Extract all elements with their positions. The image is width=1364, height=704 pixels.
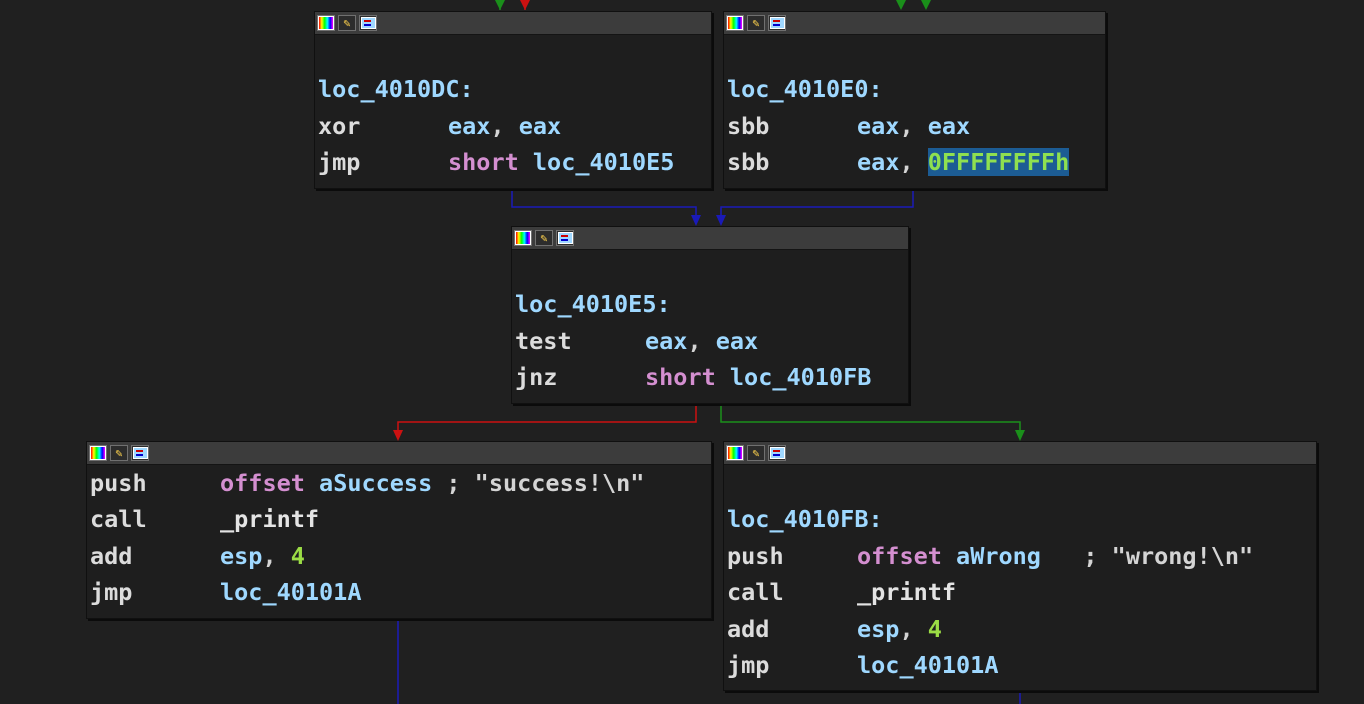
comment: ; "wrong!\n" (1040, 541, 1254, 570)
mnemonic: push (90, 469, 147, 497)
mnemonic: jmp (318, 148, 361, 177)
mnemonic: jmp (90, 578, 133, 607)
node-label[interactable]: loc_4010E5: (515, 286, 906, 322)
string-ref: aWrong (956, 541, 1041, 570)
node-label[interactable]: loc_4010E0: (727, 71, 1103, 107)
selected-immediate: 0FFFFFFFFh (927, 148, 1070, 177)
asm-line[interactable]: xor eax, eax (318, 108, 709, 144)
mnemonic: add (727, 614, 770, 643)
jump-target: loc_4010E5 (532, 148, 675, 177)
jump-target: loc_40101A (857, 650, 999, 679)
mnemonic: jmp (727, 650, 770, 679)
jump-target: loc_40101A (220, 578, 362, 607)
mnemonic: add (90, 541, 133, 570)
graph-node-loc-4010DC[interactable]: ✎ loc_4010DC: xor eax, eax jmp short loc_4… (314, 11, 712, 189)
asm-line[interactable]: sbb eax, 0FFFFFFFFh (727, 144, 1103, 180)
node-titlebar: ✎ (724, 12, 1105, 35)
node-titlebar: ✎ (87, 442, 711, 465)
graph-node-loc-4010E5[interactable]: ✎ loc_4010E5: test eax, eax jnz short loc_… (511, 226, 909, 404)
mnemonic: call (90, 505, 147, 534)
graph-overview-icon[interactable] (359, 15, 377, 31)
edge-n3-n5 (720, 404, 1021, 436)
palette-icon[interactable] (317, 15, 335, 31)
graph-node-success[interactable]: ✎ push offset aSuccess ; "success!\n" cal… (86, 441, 712, 619)
graph-overview-icon[interactable] (768, 445, 786, 461)
palette-icon[interactable] (89, 445, 107, 461)
node-titlebar: ✎ (724, 442, 1316, 465)
edit-node-icon[interactable]: ✎ (535, 230, 553, 246)
graph-overview-icon[interactable] (131, 445, 149, 461)
mnemonic: sbb (727, 148, 770, 177)
graph-node-loc-4010E0[interactable]: ✎ loc_4010E0: sbb eax, eax sbb eax, 0FFFFF… (723, 11, 1106, 189)
palette-icon[interactable] (514, 230, 532, 246)
palette-icon[interactable] (726, 445, 744, 461)
asm-line[interactable]: jmp short loc_4010E5 (318, 144, 709, 180)
mnemonic: xor (318, 111, 361, 140)
call-target: _printf (220, 505, 320, 534)
graph-overview-icon[interactable] (768, 15, 786, 31)
mnemonic: push (727, 541, 784, 570)
call-target: _printf (857, 578, 957, 607)
asm-line[interactable]: push offset aWrong ; "wrong!\n" (727, 538, 1314, 574)
edit-node-icon[interactable]: ✎ (747, 445, 765, 461)
node-label[interactable]: loc_4010FB: (727, 501, 1314, 537)
graph-node-loc-4010FB[interactable]: ✎ loc_4010FB: push offset aWrong ; "wrong… (723, 441, 1317, 691)
mnemonic: test (515, 326, 572, 355)
edge-n3-n4 (397, 404, 697, 436)
edit-node-icon[interactable]: ✎ (747, 15, 765, 31)
node-label[interactable]: loc_4010DC: (318, 71, 709, 107)
mnemonic: jnz (515, 363, 558, 392)
asm-line[interactable]: push offset aSuccess ; "success!\n" (90, 465, 709, 501)
asm-line[interactable]: jnz short loc_4010FB (515, 359, 906, 395)
jump-target: loc_4010FB (729, 363, 872, 392)
asm-line[interactable]: add esp, 4 (727, 611, 1314, 647)
mnemonic: sbb (727, 111, 770, 140)
palette-icon[interactable] (726, 15, 744, 31)
node-titlebar: ✎ (512, 227, 908, 250)
edge-n1-n3 (511, 188, 697, 222)
asm-line[interactable]: jmp loc_40101A (90, 574, 709, 610)
string-ref: aSuccess (319, 469, 433, 497)
asm-line[interactable]: sbb eax, eax (727, 108, 1103, 144)
asm-line[interactable]: add esp, 4 (90, 538, 709, 574)
node-titlebar: ✎ (315, 12, 711, 35)
asm-line[interactable]: jmp loc_40101A (727, 647, 1314, 683)
comment: ; "success!\n" (432, 469, 645, 497)
edit-node-icon[interactable]: ✎ (338, 15, 356, 31)
edge-n2-n3 (720, 188, 914, 222)
asm-line[interactable]: call _printf (727, 574, 1314, 610)
asm-line[interactable]: test eax, eax (515, 323, 906, 359)
edit-node-icon[interactable]: ✎ (110, 445, 128, 461)
asm-line[interactable]: call _printf (90, 501, 709, 537)
graph-overview-icon[interactable] (556, 230, 574, 246)
mnemonic: call (727, 578, 784, 607)
